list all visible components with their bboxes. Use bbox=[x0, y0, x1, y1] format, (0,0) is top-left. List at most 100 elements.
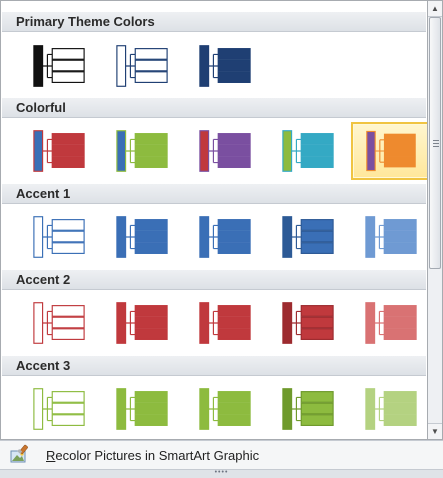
child-box-shape bbox=[217, 48, 251, 60]
child-box-shape bbox=[383, 156, 416, 168]
recolor-pictures-menu-item[interactable]: Recolor Pictures in SmartArt Graphic bbox=[4, 443, 424, 467]
color-style-option[interactable] bbox=[19, 122, 99, 180]
child-box-shape bbox=[134, 48, 168, 60]
child-box-shape bbox=[383, 230, 417, 243]
color-style-option[interactable] bbox=[351, 208, 427, 266]
child-box-shape bbox=[51, 144, 85, 157]
hierarchy-thumbnail-icon bbox=[33, 45, 85, 87]
recolor-mnemonic: R bbox=[46, 447, 56, 463]
child-box-shape bbox=[217, 144, 251, 157]
child-box-shape bbox=[300, 230, 334, 243]
connector-line bbox=[291, 224, 302, 250]
connector-line bbox=[208, 396, 219, 422]
color-style-option[interactable] bbox=[351, 122, 427, 180]
connector-line bbox=[42, 224, 53, 250]
hierarchy-thumbnail-icon bbox=[199, 216, 251, 258]
child-box-shape bbox=[300, 156, 334, 168]
child-box-shape bbox=[217, 219, 251, 231]
color-style-option[interactable] bbox=[268, 380, 348, 438]
child-box-shape bbox=[300, 414, 334, 426]
color-style-option[interactable] bbox=[185, 208, 265, 266]
root-bar-shape bbox=[365, 388, 376, 430]
section-header-colorful: Colorful bbox=[2, 98, 426, 118]
color-style-option[interactable] bbox=[351, 380, 427, 438]
color-style-option[interactable] bbox=[19, 37, 99, 95]
child-box-shape bbox=[51, 219, 85, 231]
root-bar-shape bbox=[282, 216, 293, 258]
color-style-option[interactable] bbox=[102, 37, 182, 95]
connector-line bbox=[125, 138, 136, 164]
child-box-shape bbox=[51, 156, 85, 168]
style-row-accent-3 bbox=[1, 377, 427, 439]
recolor-pictures-label: Recolor Pictures in SmartArt Graphic bbox=[46, 448, 259, 463]
resize-grip[interactable]: •••• bbox=[0, 469, 443, 478]
scroll-thumb[interactable] bbox=[429, 17, 441, 269]
color-style-option[interactable] bbox=[102, 380, 182, 438]
hierarchy-thumbnail-icon bbox=[282, 388, 334, 430]
child-box-shape bbox=[383, 414, 417, 426]
section-header-accent-2: Accent 2 bbox=[2, 270, 426, 290]
root-bar-shape bbox=[116, 130, 127, 172]
hierarchy-thumbnail-icon bbox=[282, 302, 334, 344]
color-style-option[interactable] bbox=[185, 37, 265, 95]
color-style-option[interactable] bbox=[19, 294, 99, 352]
connector-line bbox=[125, 396, 136, 422]
style-row-accent-1 bbox=[1, 205, 427, 269]
child-box-shape bbox=[217, 305, 251, 317]
hierarchy-thumbnail-icon bbox=[199, 130, 251, 172]
gallery-footer: Recolor Pictures in SmartArt Graphic •••… bbox=[0, 440, 443, 478]
child-box-shape bbox=[134, 133, 168, 145]
root-bar-shape bbox=[116, 302, 127, 344]
gallery-scrollbar[interactable]: ▲ ▼ bbox=[428, 0, 443, 440]
child-box-shape bbox=[51, 71, 85, 83]
child-box-shape bbox=[51, 242, 85, 254]
child-box-shape bbox=[51, 414, 85, 426]
color-style-option[interactable] bbox=[351, 294, 427, 352]
color-style-option[interactable] bbox=[102, 294, 182, 352]
scroll-up-arrow-icon[interactable]: ▲ bbox=[428, 1, 442, 17]
root-bar-shape bbox=[366, 130, 376, 172]
root-bar-shape bbox=[116, 388, 127, 430]
root-bar-shape bbox=[33, 130, 44, 172]
hierarchy-thumbnail-icon bbox=[116, 130, 168, 172]
child-box-shape bbox=[51, 316, 85, 329]
child-box-shape bbox=[383, 328, 417, 340]
connector-line bbox=[374, 224, 385, 250]
child-box-shape bbox=[383, 219, 417, 231]
hierarchy-thumbnail-icon bbox=[199, 388, 251, 430]
child-box-shape bbox=[51, 48, 85, 60]
hierarchy-thumbnail-icon bbox=[199, 45, 251, 87]
color-style-option[interactable] bbox=[268, 122, 348, 180]
child-box-shape bbox=[217, 230, 251, 243]
color-style-option[interactable] bbox=[268, 294, 348, 352]
connector-line bbox=[208, 138, 219, 164]
color-style-option[interactable] bbox=[185, 380, 265, 438]
color-style-option[interactable] bbox=[102, 122, 182, 180]
root-bar-shape bbox=[282, 302, 293, 344]
child-box-shape bbox=[383, 133, 416, 146]
color-style-option[interactable] bbox=[185, 294, 265, 352]
color-style-option[interactable] bbox=[185, 122, 265, 180]
child-box-shape bbox=[300, 328, 334, 340]
child-box-shape bbox=[383, 144, 416, 157]
connector-line bbox=[42, 53, 53, 79]
color-style-option[interactable] bbox=[102, 208, 182, 266]
child-box-shape bbox=[134, 144, 168, 157]
root-bar-shape bbox=[33, 302, 44, 344]
child-box-shape bbox=[217, 316, 251, 329]
root-bar-shape bbox=[33, 216, 44, 258]
recolor-label-text: ecolor Pictures in SmartArt Graphic bbox=[55, 447, 260, 463]
child-box-shape bbox=[217, 242, 251, 254]
scroll-down-arrow-icon[interactable]: ▼ bbox=[428, 423, 442, 439]
child-box-shape bbox=[51, 328, 85, 340]
child-box-shape bbox=[300, 133, 334, 145]
color-style-option[interactable] bbox=[268, 208, 348, 266]
child-box-shape bbox=[51, 391, 85, 403]
child-box-shape bbox=[300, 242, 334, 254]
recolor-pictures-icon bbox=[8, 444, 34, 466]
color-style-option[interactable] bbox=[19, 380, 99, 438]
child-box-shape bbox=[217, 156, 251, 168]
child-box-shape bbox=[51, 305, 85, 317]
color-style-option[interactable] bbox=[19, 208, 99, 266]
child-box-shape bbox=[217, 59, 251, 72]
